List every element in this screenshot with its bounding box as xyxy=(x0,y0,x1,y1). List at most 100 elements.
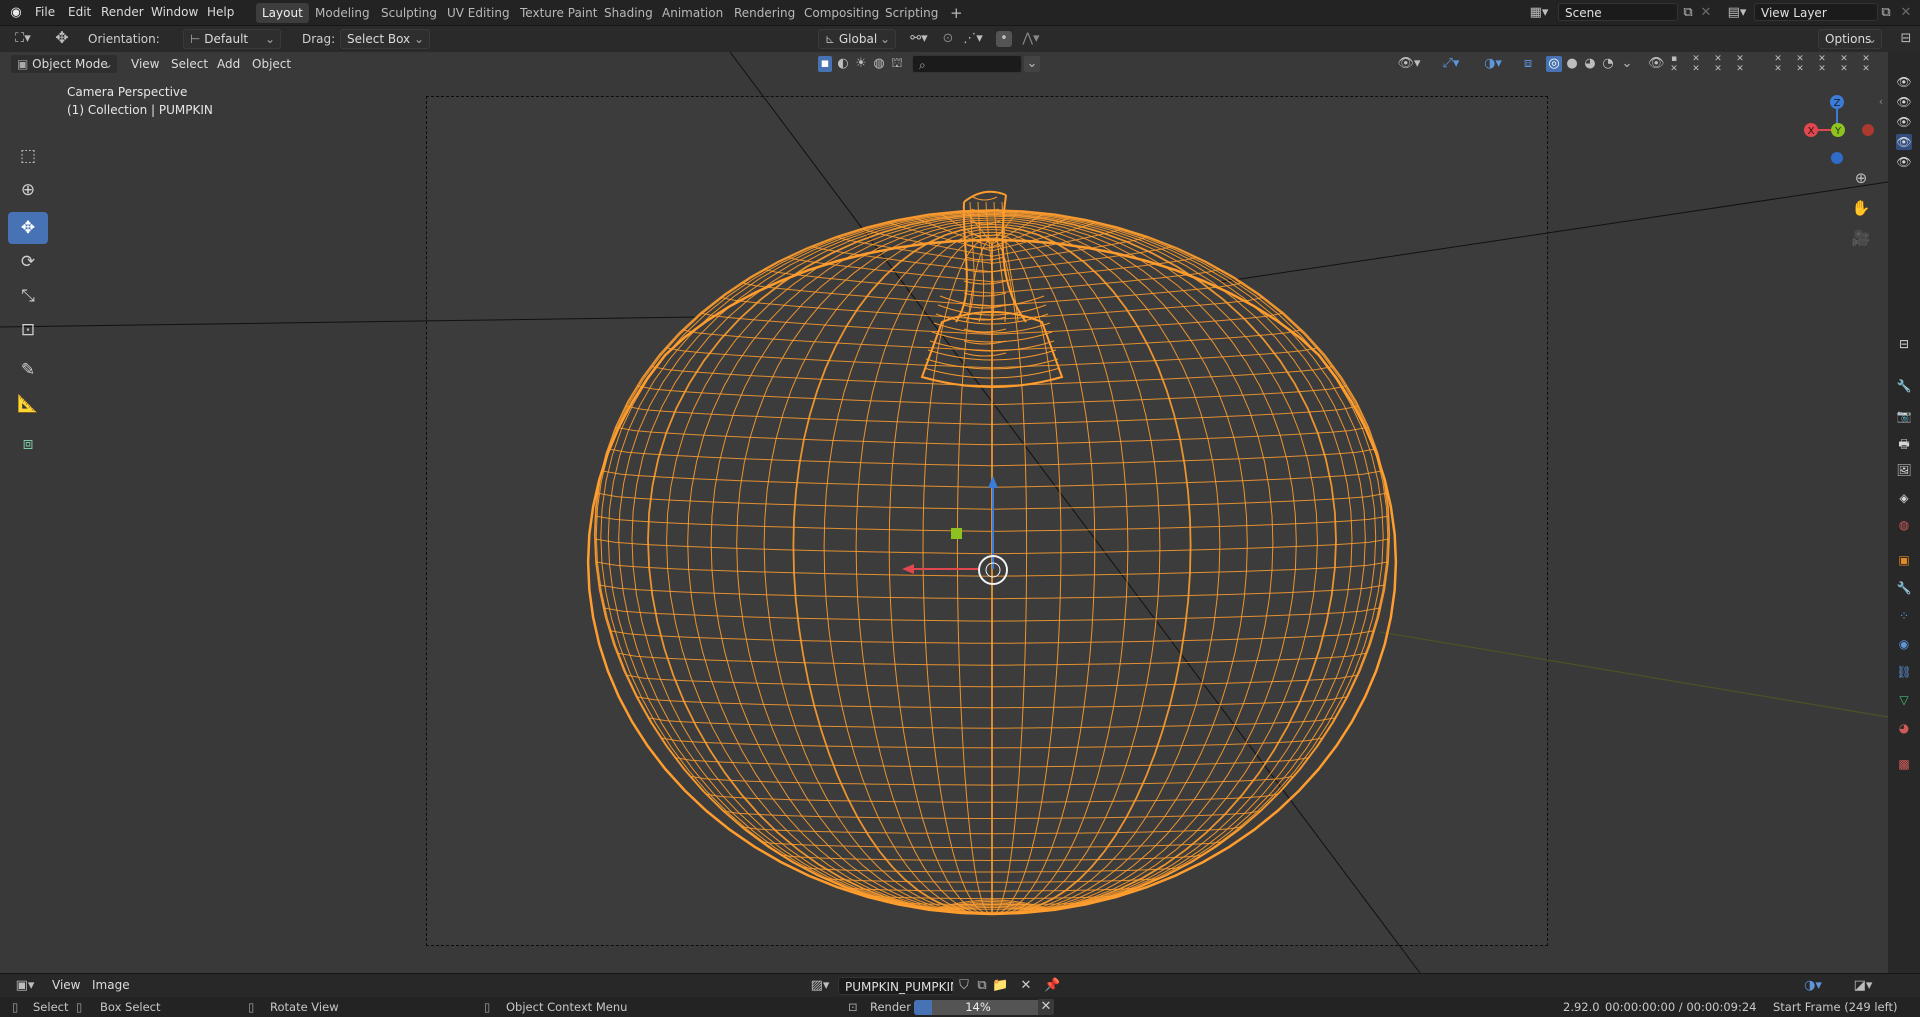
scene-properties-icon[interactable]: ◈ xyxy=(1896,490,1912,506)
scale-tool[interactable]: ⤡ xyxy=(8,280,48,312)
filter-light-icon[interactable]: ☀ xyxy=(854,56,868,72)
xray-toggle-icon[interactable]: ⧈ xyxy=(1520,56,1536,72)
tab-uv-editing[interactable]: UV Editing xyxy=(441,3,516,23)
menu-file[interactable]: File xyxy=(35,5,55,19)
transform-tool[interactable]: ⊡ xyxy=(8,314,48,346)
fake-user-icon[interactable]: ⛉ xyxy=(956,978,972,994)
restrict-select-icon[interactable]: ▪ ✕ xyxy=(1666,54,1682,74)
filter-select-icon[interactable]: ▪ xyxy=(818,56,832,72)
add-cube-tool[interactable]: ⧈ xyxy=(8,428,48,460)
falloff-icon[interactable]: ⋀▾ xyxy=(1016,31,1046,47)
world-properties-icon[interactable]: ◍ xyxy=(1896,517,1912,533)
annotate-tool[interactable]: ✎ xyxy=(8,354,48,386)
editor-type-icon[interactable]: ⛶▾ xyxy=(8,31,38,47)
shading-options-icon[interactable]: ⌄ xyxy=(1620,56,1634,72)
object-properties-icon[interactable]: ▣ xyxy=(1896,552,1912,568)
restrict-indirect-icon[interactable]: ✕ ✕ xyxy=(1732,54,1748,74)
image-browse-icon[interactable]: ▨▾ xyxy=(806,978,834,994)
filter-material-icon[interactable]: ◍ xyxy=(872,56,886,72)
scene-selector-icon[interactable]: ▦▾ xyxy=(1524,5,1554,21)
shading-wireframe-icon[interactable]: ◎ xyxy=(1546,56,1562,72)
viewport-menu-view[interactable]: View xyxy=(131,57,159,71)
restrict-extra-3-icon[interactable]: ✕ ✕ xyxy=(1814,54,1830,74)
properties-menu-icon[interactable]: ⊟ xyxy=(1896,336,1912,352)
pin-icon[interactable]: 📌 xyxy=(1044,978,1060,994)
tab-sculpting[interactable]: Sculpting xyxy=(375,3,443,23)
gizmo-z-arrowhead[interactable] xyxy=(988,476,998,488)
constraints-properties-icon[interactable]: ⛓ xyxy=(1896,664,1912,680)
restrict-render-icon[interactable]: ✕ ✕ xyxy=(1688,54,1704,74)
filter-dropdown-icon[interactable]: ⌄ xyxy=(1024,56,1040,72)
viewport-menu-object[interactable]: Object xyxy=(252,57,291,71)
view-layer-properties-icon[interactable]: 🖼 xyxy=(1896,462,1912,478)
navigation-gizmo[interactable]: Z X Y xyxy=(1790,90,1880,180)
particles-properties-icon[interactable]: ⁘ xyxy=(1896,608,1912,624)
measure-tool[interactable]: 📐 xyxy=(8,388,48,420)
tool-properties-icon[interactable]: 🔧 xyxy=(1896,378,1912,394)
collapse-arrow-icon[interactable]: ‹ xyxy=(1876,94,1886,110)
nav-neg-z-ball[interactable] xyxy=(1831,152,1843,164)
display-channels-icon[interactable]: ◪▾ xyxy=(1848,978,1878,994)
physics-properties-icon[interactable]: ◉ xyxy=(1896,636,1912,652)
view-layer-field[interactable]: View Layer xyxy=(1754,3,1878,21)
options-dropdown[interactable]: Options ⌄ xyxy=(1818,29,1882,49)
tab-rendering[interactable]: Rendering xyxy=(728,3,801,23)
delete-view-layer-icon[interactable]: ✕ xyxy=(1898,5,1914,21)
viewport-search-input[interactable]: ⌕ xyxy=(912,55,1022,73)
restrict-holdout-icon[interactable]: ✕ ✕ xyxy=(1710,54,1726,74)
outliner-eye-icon-4[interactable]: 👁 xyxy=(1896,134,1912,150)
cancel-render-icon[interactable]: ✕ xyxy=(1038,999,1054,1015)
hide-viewport-icon[interactable]: 👁 xyxy=(1648,56,1665,72)
cursor-tool[interactable]: ⊕ xyxy=(8,174,48,206)
blender-logo-icon[interactable]: ◉ xyxy=(8,5,24,21)
restrict-extra-5-icon[interactable]: ✕ ✕ xyxy=(1858,54,1874,74)
snap-target-icon[interactable]: ⋰▾ xyxy=(958,31,988,47)
visibility-selector-icon[interactable]: 👁▾ xyxy=(1394,56,1424,72)
gizmo-toggle-icon[interactable]: ⤢▾ xyxy=(1436,56,1466,72)
menu-edit[interactable]: Edit xyxy=(68,5,91,19)
sidebar-toggle-icon[interactable]: ⊟ xyxy=(1898,31,1914,47)
shading-material-icon[interactable]: ◕ xyxy=(1582,56,1598,72)
gizmo-toggle-bottom-icon[interactable]: ◑▾ xyxy=(1798,978,1828,994)
restrict-extra-4-icon[interactable]: ✕ ✕ xyxy=(1836,54,1852,74)
image-menu-image[interactable]: Image xyxy=(92,978,130,992)
nav-neg-x-ball[interactable] xyxy=(1862,124,1874,136)
render-properties-icon[interactable]: 📷 xyxy=(1896,408,1912,424)
tab-animation[interactable]: Animation xyxy=(656,3,729,23)
rotate-tool[interactable]: ⟳ xyxy=(8,246,48,278)
new-scene-icon[interactable]: ⧉ xyxy=(1680,5,1696,21)
pivot-point-icon[interactable]: ⚯▾ xyxy=(904,31,934,47)
orientation-dropdown[interactable]: ⊢ Default ⌄ xyxy=(183,29,281,49)
scene-name-field[interactable]: Scene xyxy=(1558,3,1678,21)
unlink-image-icon[interactable]: ✕ xyxy=(1018,978,1034,994)
shading-solid-icon[interactable]: ● xyxy=(1564,56,1580,72)
viewport-menu-add[interactable]: Add xyxy=(217,57,240,71)
snap-toggle-icon[interactable]: ⊙ xyxy=(938,31,958,47)
new-view-layer-icon[interactable]: ⧉ xyxy=(1878,5,1894,21)
image-name-field[interactable]: PUMPKIN_PUMPKIN... xyxy=(838,977,954,995)
menu-window[interactable]: Window xyxy=(151,5,198,19)
outliner-eye-icon-2[interactable]: 👁 xyxy=(1896,94,1912,110)
mode-dropdown[interactable]: ▣ Object Mode ⌄ xyxy=(10,54,118,74)
drag-dropdown[interactable]: Select Box ⌄ xyxy=(340,29,430,49)
camera-view-icon[interactable]: 🎥 xyxy=(1851,230,1871,246)
gizmo-x-arrowhead[interactable] xyxy=(902,564,914,574)
transform-orientation-dropdown[interactable]: ⊾ Global ⌄ xyxy=(818,29,896,49)
open-image-icon[interactable]: 📁 xyxy=(992,978,1008,994)
tab-scripting[interactable]: Scripting xyxy=(879,3,944,23)
image-menu-view[interactable]: View xyxy=(52,978,80,992)
3d-viewport[interactable]: Camera Perspective (1) Collection | PUMP… xyxy=(0,52,1888,973)
outliner-eye-icon-1[interactable]: 👁 xyxy=(1896,74,1912,90)
tab-compositing[interactable]: Compositing xyxy=(798,3,885,23)
overlays-toggle-icon[interactable]: ◑▾ xyxy=(1478,56,1508,72)
viewport-menu-select[interactable]: Select xyxy=(171,57,208,71)
outliner-eye-icon-3[interactable]: 👁 xyxy=(1896,114,1912,130)
add-workspace-button[interactable]: + xyxy=(944,3,969,23)
delete-scene-icon[interactable]: ✕ xyxy=(1698,5,1714,21)
tab-layout[interactable]: Layout xyxy=(256,3,309,23)
move-tool[interactable]: ✥ xyxy=(8,212,48,244)
image-editor-type-icon[interactable]: ▣▾ xyxy=(10,978,40,994)
tab-texture-paint[interactable]: Texture Paint xyxy=(514,3,603,23)
outliner-eye-icon-5[interactable]: 👁 xyxy=(1896,154,1912,170)
tab-modeling[interactable]: Modeling xyxy=(309,3,376,23)
